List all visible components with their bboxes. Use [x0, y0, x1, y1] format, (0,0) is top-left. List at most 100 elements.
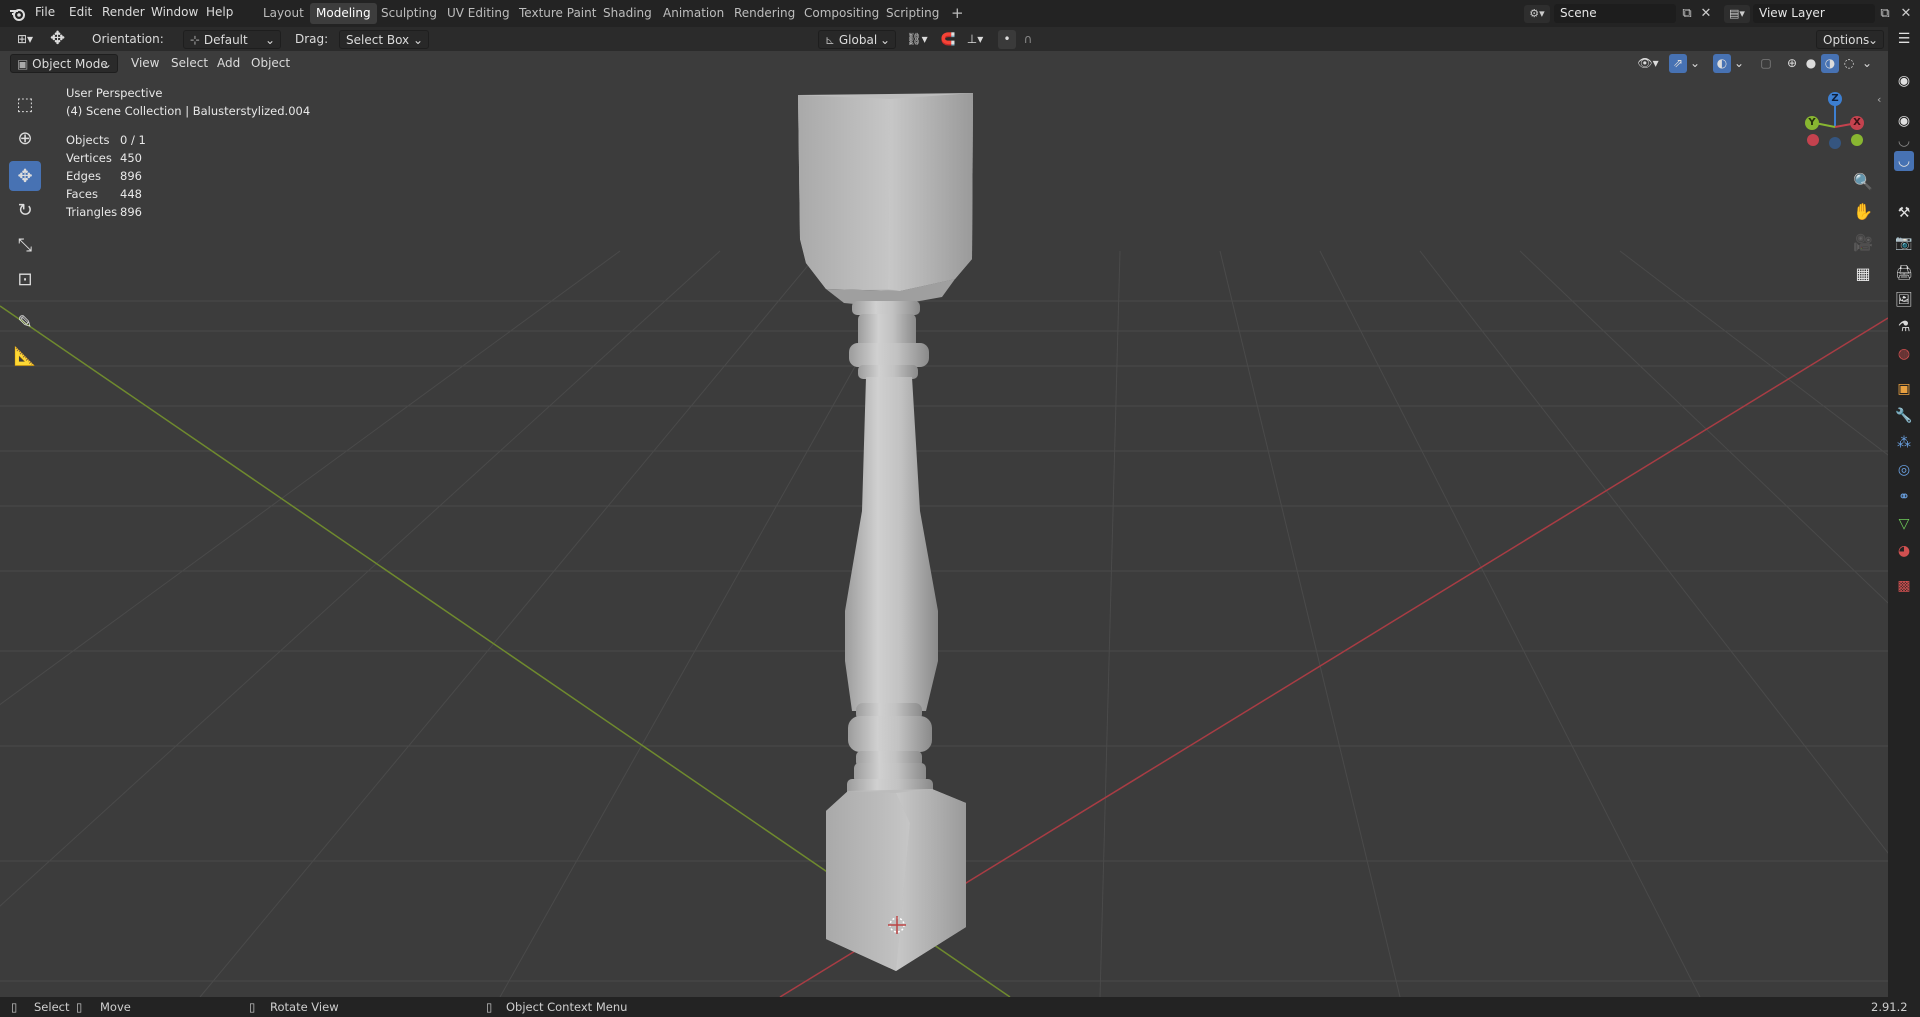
- new-view-layer-icon[interactable]: ⧉: [1876, 5, 1894, 23]
- editor-type-icon[interactable]: ⊞▾: [8, 30, 42, 49]
- hidden-eye-icon[interactable]: ◡: [1894, 151, 1914, 171]
- view-layer-properties-icon[interactable]: 🖼: [1894, 290, 1914, 310]
- add-menu[interactable]: Add: [217, 54, 240, 73]
- particle-properties-icon[interactable]: ⁂: [1894, 433, 1914, 453]
- modifier-properties-icon[interactable]: 🔧: [1894, 406, 1914, 426]
- gizmo-x-label[interactable]: X: [1850, 116, 1864, 130]
- tab-scripting[interactable]: Scripting: [880, 3, 945, 24]
- scale-tool[interactable]: ⤡: [9, 230, 41, 260]
- ortho-toggle-button[interactable]: ▦: [1848, 259, 1878, 287]
- camera-view-button[interactable]: 🎥: [1848, 228, 1878, 256]
- outliner-icon[interactable]: ☰: [1894, 29, 1914, 49]
- move-icon: ✥: [17, 165, 33, 187]
- gizmo-toggle-icon[interactable]: ⇗: [1669, 54, 1687, 73]
- zoom-icon: 🔍: [1853, 171, 1873, 191]
- view-menu[interactable]: View: [131, 54, 159, 73]
- tab-modeling[interactable]: Modeling: [310, 3, 377, 24]
- overlays-toggle-icon[interactable]: ◐: [1713, 54, 1731, 73]
- mouse-left-icon: ▯: [11, 1000, 18, 1014]
- stat-triangles-label: Triangles: [66, 205, 118, 219]
- drag-dropdown[interactable]: Select Box ⌄: [339, 30, 429, 49]
- xray-icon[interactable]: ▢: [1757, 54, 1775, 73]
- solid-shading-icon[interactable]: ●: [1802, 54, 1820, 73]
- options-dropdown[interactable]: Options ⌄: [1816, 30, 1884, 49]
- material-properties-icon[interactable]: ◕: [1894, 541, 1914, 561]
- hidden-eye-icon[interactable]: ◡: [1894, 131, 1914, 151]
- tool-properties-icon[interactable]: ⚒: [1894, 203, 1914, 223]
- move-tool[interactable]: ✥: [9, 161, 41, 191]
- tab-texture-paint[interactable]: Texture Paint: [513, 3, 602, 24]
- add-workspace-button[interactable]: +: [945, 3, 970, 24]
- tab-compositing[interactable]: Compositing: [798, 3, 885, 24]
- data-properties-icon[interactable]: ▽: [1894, 514, 1914, 534]
- zoom-view-button[interactable]: 🔍: [1848, 167, 1878, 195]
- constraint-properties-icon[interactable]: ⚭: [1894, 487, 1914, 507]
- annotate-icon: ✎: [17, 311, 33, 333]
- transform-orientation-dropdown[interactable]: ⊾ Global ⌄: [818, 30, 896, 49]
- gizmo-z-label[interactable]: Z: [1828, 92, 1842, 106]
- scene-selector-icon[interactable]: ⚙▾: [1524, 5, 1550, 23]
- stat-faces-value: 448: [120, 187, 142, 201]
- tab-sculpting[interactable]: Sculpting: [375, 3, 443, 24]
- view-layer-icon[interactable]: ▤▾: [1724, 5, 1750, 23]
- menu-edit[interactable]: Edit: [69, 5, 92, 19]
- hand-icon: ✋: [1853, 201, 1873, 221]
- eye-icon[interactable]: ◉: [1894, 111, 1914, 131]
- orientation-dropdown[interactable]: ⊹ Default ⌄: [183, 30, 281, 49]
- overlays-menu-icon[interactable]: ⌄: [1732, 54, 1746, 73]
- snap-icon[interactable]: 🧲: [938, 30, 958, 49]
- 3d-viewport[interactable]: ⬚ ⊕ ✥ ↻ ⤡ ⊡ ✎ 📐 ▣ Object Mode ⌄ View Sele…: [0, 51, 1888, 997]
- rotate-tool[interactable]: ↻: [9, 195, 41, 225]
- select-menu[interactable]: Select: [171, 54, 208, 73]
- scene-name-field[interactable]: Scene: [1554, 4, 1676, 23]
- gizmo-menu-icon[interactable]: ⌄: [1688, 54, 1702, 73]
- pivot-point-icon[interactable]: ⛓▾: [902, 30, 932, 49]
- shading-menu-icon[interactable]: ⌄: [1860, 54, 1874, 73]
- physics-properties-icon[interactable]: ◎: [1894, 460, 1914, 480]
- material-shading-icon[interactable]: ◑: [1821, 54, 1839, 73]
- object-properties-icon[interactable]: ▣: [1894, 379, 1914, 399]
- chevron-down-icon: ⌄: [879, 33, 890, 47]
- stat-vertices-label: Vertices: [66, 151, 112, 165]
- gizmo-y-label[interactable]: Y: [1805, 116, 1819, 130]
- new-scene-icon[interactable]: ⧉: [1678, 5, 1696, 23]
- wireframe-shading-icon[interactable]: ⊕: [1783, 54, 1801, 73]
- pan-view-button[interactable]: ✋: [1848, 197, 1878, 225]
- active-collection-label: (4) Scene Collection | Balusterstylized.…: [66, 104, 311, 118]
- world-properties-icon[interactable]: ◍: [1894, 344, 1914, 364]
- proportional-edit-icon[interactable]: •: [998, 30, 1016, 49]
- visibility-icon[interactable]: 👁▾: [1634, 54, 1662, 73]
- menu-window[interactable]: Window: [151, 5, 198, 19]
- object-menu[interactable]: Object: [251, 54, 290, 73]
- rendered-shading-icon[interactable]: ◌: [1840, 54, 1858, 73]
- tab-rendering[interactable]: Rendering: [728, 3, 801, 24]
- tab-animation[interactable]: Animation: [657, 3, 730, 24]
- delete-scene-icon[interactable]: ✕: [1697, 5, 1715, 23]
- eye-icon[interactable]: ◉: [1894, 71, 1914, 91]
- delete-view-layer-icon[interactable]: ✕: [1897, 5, 1915, 23]
- menu-file[interactable]: File: [35, 5, 55, 19]
- annotate-tool[interactable]: ✎: [9, 307, 41, 337]
- render-properties-icon[interactable]: 📷: [1894, 233, 1914, 253]
- cursor-tool[interactable]: ⊕: [9, 123, 41, 153]
- texture-properties-icon[interactable]: ▩: [1894, 576, 1914, 596]
- menu-help[interactable]: Help: [206, 5, 233, 19]
- output-properties-icon[interactable]: 🖨: [1894, 263, 1914, 283]
- falloff-icon[interactable]: ∩: [1018, 30, 1038, 49]
- select-box-tool[interactable]: ⬚: [9, 89, 41, 119]
- menu-render[interactable]: Render: [102, 5, 145, 19]
- tab-layout[interactable]: Layout: [257, 3, 310, 24]
- mouse-middle-icon: ▯: [249, 1000, 256, 1014]
- viewport-scene: [0, 93, 1888, 997]
- move-tool-icon: ✥: [50, 28, 66, 49]
- scene-properties-icon[interactable]: ⚗: [1894, 317, 1914, 337]
- blender-logo-icon[interactable]: [9, 5, 27, 23]
- mode-dropdown[interactable]: ▣ Object Mode ⌄: [10, 54, 118, 73]
- measure-tool[interactable]: 📐: [9, 341, 41, 371]
- tab-uv-editing[interactable]: UV Editing: [441, 3, 516, 24]
- collapse-sidebar-icon[interactable]: ‹: [1877, 93, 1881, 106]
- tab-shading[interactable]: Shading: [597, 3, 658, 24]
- view-layer-field[interactable]: View Layer: [1753, 4, 1875, 23]
- snap-target-icon[interactable]: ⊥▾: [960, 30, 990, 49]
- transform-tool[interactable]: ⊡: [9, 264, 41, 294]
